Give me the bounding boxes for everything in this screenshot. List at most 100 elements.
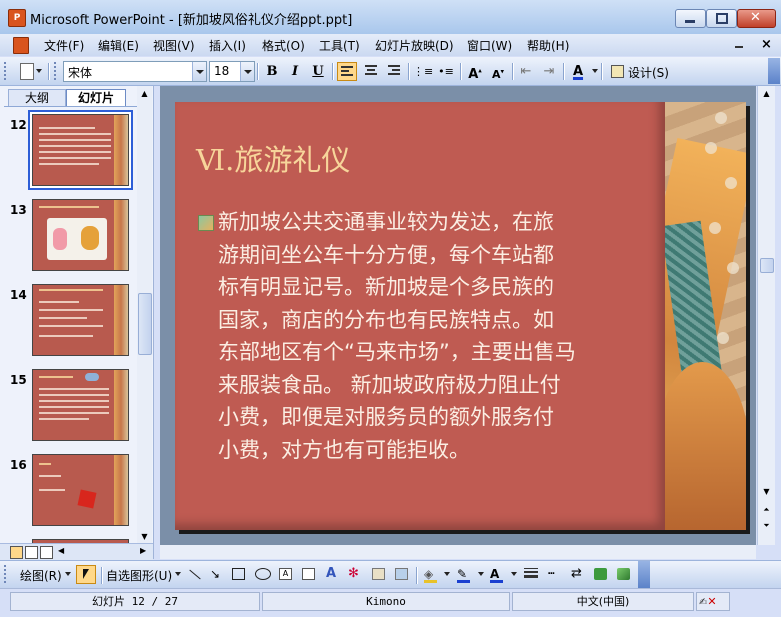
- horizontal-scrollbar[interactable]: [160, 545, 756, 559]
- toolbar-grip[interactable]: [4, 565, 9, 583]
- increase-indent-button[interactable]: ⇥: [539, 62, 559, 81]
- scroll-down-icon[interactable]: ▼: [758, 484, 775, 499]
- thumbnail-image: [47, 218, 107, 260]
- menu-edit[interactable]: 编辑(E): [98, 37, 139, 54]
- bold-button[interactable]: B: [262, 62, 282, 81]
- draw-menu-button[interactable]: 绘图(R): [20, 567, 62, 584]
- chevron-down-icon[interactable]: [192, 62, 206, 81]
- scroll-down-icon[interactable]: ▼: [137, 529, 152, 544]
- slide-scrollbar[interactable]: ▲ ▼ ⏶ ⏷: [757, 86, 775, 545]
- menu-view[interactable]: 视图(V): [153, 37, 195, 54]
- close-button[interactable]: ✕: [737, 9, 776, 28]
- chevron-down-icon[interactable]: [240, 62, 254, 81]
- slide-title[interactable]: Ⅵ.旅游礼仪: [196, 137, 350, 179]
- decrease-font-button[interactable]: A▾: [488, 62, 508, 81]
- spelling-status-icon[interactable]: ✍✕: [696, 592, 730, 611]
- line-tool-icon[interactable]: [188, 568, 201, 580]
- chevron-down-icon[interactable]: [175, 572, 181, 576]
- document-minimize-button[interactable]: [732, 38, 746, 51]
- slide-sorter-view-icon[interactable]: [25, 546, 38, 559]
- font-color-button[interactable]: A: [568, 62, 588, 81]
- scroll-up-icon[interactable]: ▲: [758, 86, 775, 101]
- next-slide-icon[interactable]: ⏷: [758, 518, 775, 533]
- menu-insert[interactable]: 插入(I): [209, 37, 246, 54]
- toolbar-grip[interactable]: [54, 62, 59, 80]
- text-box-icon[interactable]: A: [279, 568, 292, 580]
- chevron-down-icon[interactable]: [65, 572, 71, 576]
- rectangle-tool-icon[interactable]: [232, 568, 245, 580]
- menu-tools[interactable]: 工具(T): [319, 37, 360, 54]
- tab-outline[interactable]: 大纲: [8, 89, 66, 106]
- diagram-icon[interactable]: ✻: [348, 567, 361, 580]
- chevron-down-icon[interactable]: [444, 572, 450, 576]
- vertical-text-box-icon[interactable]: [302, 568, 315, 580]
- thumbnail-decoration: [114, 455, 128, 525]
- thumbnail-scrollbar[interactable]: ▲ ▼: [137, 86, 152, 544]
- decrease-indent-button[interactable]: ⇤: [516, 62, 536, 81]
- powerpoint-app-icon[interactable]: P: [8, 9, 26, 27]
- wordart-icon[interactable]: A: [326, 567, 339, 580]
- maximize-icon: [716, 13, 728, 24]
- scroll-thumb[interactable]: [760, 258, 774, 273]
- document-close-button[interactable]: ×: [761, 38, 775, 51]
- dash-style-icon[interactable]: ┅: [548, 568, 561, 580]
- font-size-combo[interactable]: 18: [209, 61, 255, 82]
- shadow-style-icon[interactable]: [594, 568, 607, 580]
- font-color-icon[interactable]: A: [490, 568, 503, 583]
- scroll-thumb[interactable]: [138, 293, 152, 355]
- thumbnail-text: [39, 206, 99, 208]
- slide-thumbnail-12[interactable]: [32, 114, 129, 186]
- tab-slides[interactable]: 幻灯片: [66, 89, 126, 106]
- menu-help[interactable]: 帮助(H): [527, 37, 569, 54]
- line-color-icon[interactable]: ✎: [457, 568, 470, 583]
- align-right-button[interactable]: [384, 62, 404, 81]
- chevron-down-icon[interactable]: [511, 572, 517, 576]
- numbering-button[interactable]: ⋮≡: [413, 62, 433, 81]
- fill-color-icon[interactable]: ◈: [424, 568, 437, 583]
- increase-font-button[interactable]: A▴: [465, 62, 485, 83]
- scroll-up-icon[interactable]: ▲: [137, 86, 152, 101]
- underline-button[interactable]: U: [308, 62, 328, 81]
- picture-icon[interactable]: [395, 568, 408, 580]
- chevron-down-icon[interactable]: [478, 572, 484, 576]
- arrow-tool-icon[interactable]: ↘: [210, 568, 223, 580]
- close-icon: ✕: [750, 10, 761, 25]
- slideshow-view-icon[interactable]: [40, 546, 53, 559]
- autoshapes-button[interactable]: 自选图形(U): [106, 567, 172, 584]
- new-document-icon[interactable]: [20, 63, 34, 80]
- bullets-button[interactable]: •≡: [436, 62, 456, 81]
- increase-font-icon: A▴: [468, 67, 482, 83]
- maximize-button[interactable]: [706, 9, 737, 28]
- chevron-down-icon[interactable]: [36, 69, 42, 73]
- slide-body-text[interactable]: 新加坡公共交通事业较为发达，在旅 游期间坐公车十分方便，每个车站都 标有明显记号…: [218, 206, 643, 466]
- menu-file[interactable]: 文件(F): [44, 37, 84, 54]
- toolbar-grip[interactable]: [4, 62, 9, 80]
- clip-art-icon[interactable]: [372, 568, 385, 580]
- menu-format[interactable]: 格式(O): [262, 37, 305, 54]
- previous-slide-icon[interactable]: ⏶: [758, 502, 775, 517]
- toolbar-options-button[interactable]: [638, 561, 650, 588]
- font-name-combo[interactable]: 宋体: [63, 61, 207, 82]
- document-icon[interactable]: [13, 37, 29, 54]
- select-objects-button[interactable]: [76, 565, 96, 584]
- align-left-button[interactable]: [337, 62, 357, 81]
- italic-button[interactable]: I: [285, 62, 305, 81]
- align-center-button[interactable]: [361, 62, 381, 81]
- menu-slideshow[interactable]: 幻灯片放映(D): [375, 37, 454, 54]
- minimize-button[interactable]: [675, 9, 706, 28]
- slide-thumbnail-13[interactable]: [32, 199, 129, 271]
- slide-thumbnail-15[interactable]: [32, 369, 129, 441]
- scroll-left-icon[interactable]: ◀: [58, 546, 64, 555]
- toolbar-options-button[interactable]: [768, 58, 780, 84]
- scroll-right-icon[interactable]: ▶: [140, 546, 146, 555]
- menu-window[interactable]: 窗口(W): [467, 37, 512, 54]
- 3d-style-icon[interactable]: [617, 568, 630, 580]
- slide-thumbnail-16[interactable]: [32, 454, 129, 526]
- slide-thumbnail-14[interactable]: [32, 284, 129, 356]
- arrow-style-icon[interactable]: ⇄: [571, 567, 584, 580]
- line-style-icon[interactable]: [524, 568, 538, 580]
- oval-tool-icon[interactable]: [255, 568, 271, 580]
- design-button[interactable]: 设计(S): [628, 64, 669, 81]
- normal-view-icon[interactable]: [10, 546, 23, 559]
- chevron-down-icon[interactable]: [592, 69, 598, 73]
